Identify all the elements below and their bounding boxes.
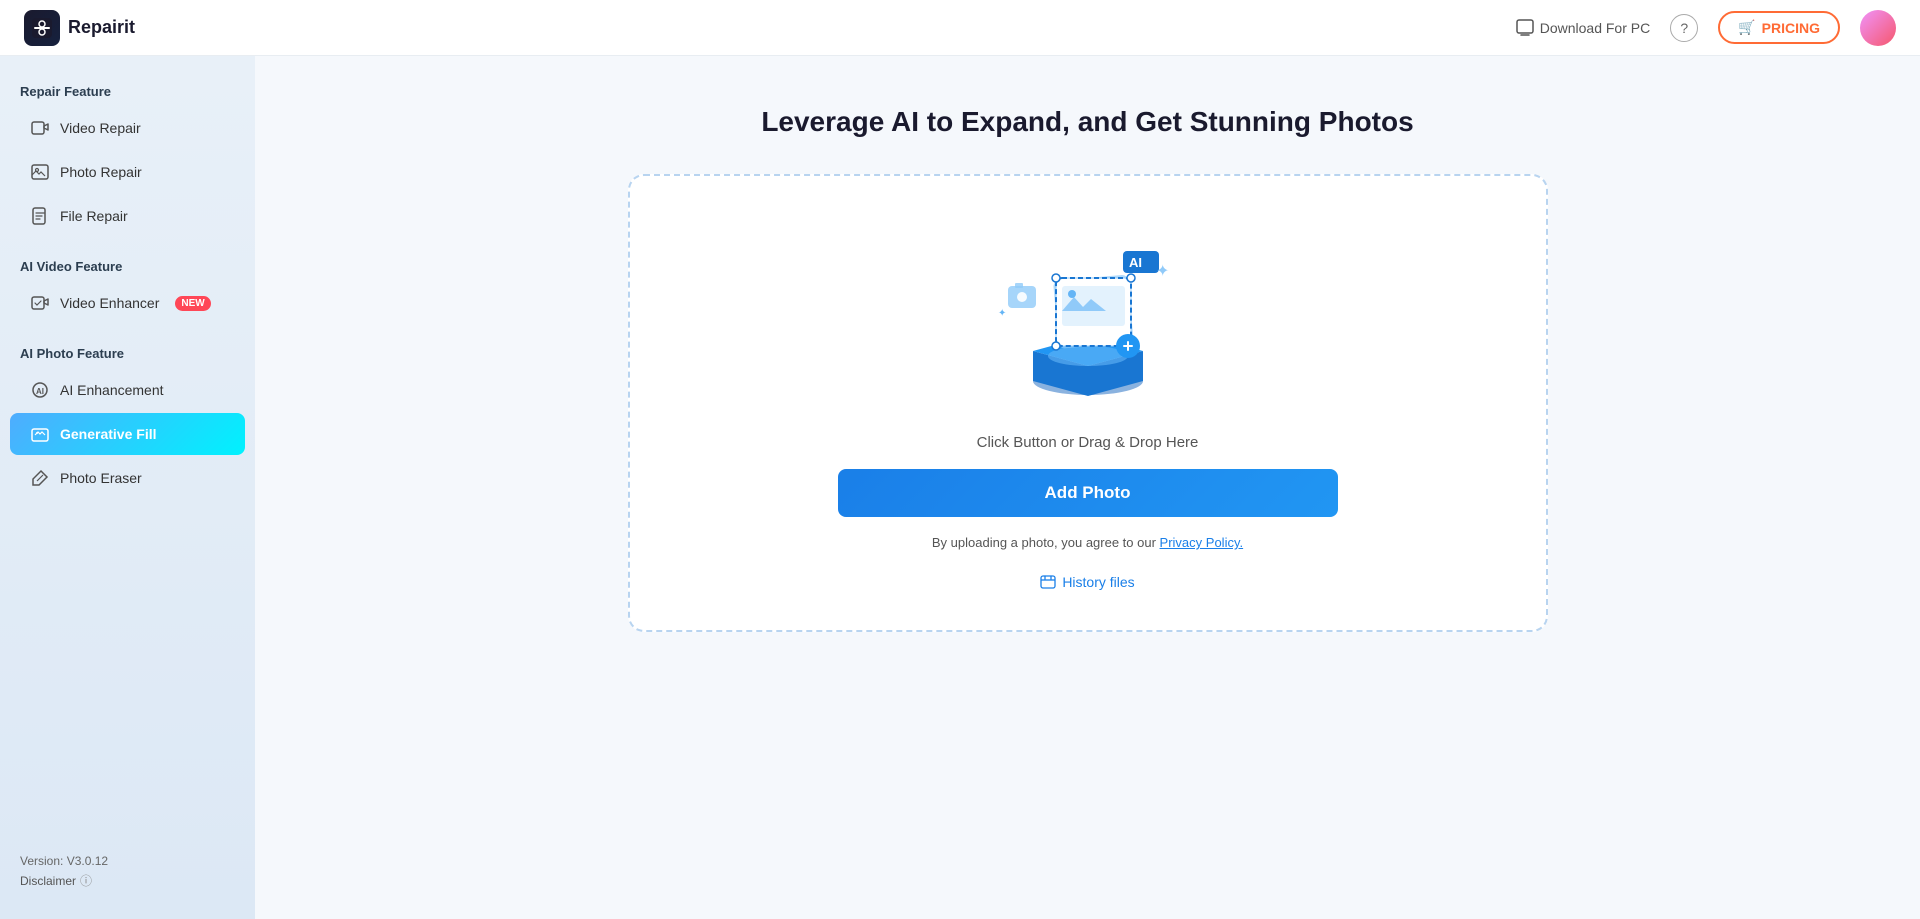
svg-text:✦: ✦ bbox=[998, 308, 1006, 319]
sidebar-item-generative-fill[interactable]: Generative Fill bbox=[10, 413, 245, 455]
disclaimer-label: Disclaimer bbox=[20, 874, 76, 888]
main-content: Leverage AI to Expand, and Get Stunning … bbox=[255, 56, 1920, 919]
logo-icon bbox=[24, 10, 60, 46]
sidebar-top: Repair Feature Video Repair bbox=[0, 76, 255, 501]
history-files-link[interactable]: History files bbox=[1040, 574, 1134, 590]
version-text: Version: V3.0.12 bbox=[20, 854, 235, 868]
sidebar-item-file-repair[interactable]: File Repair bbox=[10, 195, 245, 237]
privacy-policy-link[interactable]: Privacy Policy. bbox=[1160, 535, 1244, 550]
header: Repairit Download For PC ? 🛒 PRICING bbox=[0, 0, 1920, 56]
disclaimer-link[interactable]: Disclaimer ⓘ bbox=[20, 872, 235, 889]
photo-eraser-label: Photo Eraser bbox=[60, 470, 142, 486]
sidebar-item-video-repair[interactable]: Video Repair bbox=[10, 107, 245, 149]
disclaimer-info-icon: ⓘ bbox=[80, 872, 92, 889]
sidebar-item-photo-eraser[interactable]: Photo Eraser bbox=[10, 457, 245, 499]
video-repair-icon bbox=[30, 118, 50, 138]
section-ai-video-label: AI Video Feature bbox=[0, 251, 255, 280]
svg-text:AI: AI bbox=[36, 387, 44, 396]
file-repair-label: File Repair bbox=[60, 208, 128, 224]
download-label: Download For PC bbox=[1540, 20, 1651, 36]
pricing-icon: 🛒 bbox=[1738, 19, 1755, 36]
ai-enhancement-icon: AI bbox=[30, 380, 50, 400]
file-repair-icon bbox=[30, 206, 50, 226]
avatar[interactable] bbox=[1860, 10, 1896, 46]
section-ai-photo-label: AI Photo Feature bbox=[0, 338, 255, 367]
svg-text:✦: ✦ bbox=[1156, 263, 1169, 280]
video-enhancer-label: Video Enhancer bbox=[60, 295, 159, 311]
photo-repair-icon bbox=[30, 162, 50, 182]
sidebar: Repair Feature Video Repair bbox=[0, 56, 255, 919]
download-button[interactable]: Download For PC bbox=[1516, 19, 1651, 37]
header-right: Download For PC ? 🛒 PRICING bbox=[1516, 10, 1896, 46]
generative-fill-label: Generative Fill bbox=[60, 426, 156, 442]
video-repair-label: Video Repair bbox=[60, 120, 141, 136]
history-files-label: History files bbox=[1062, 574, 1134, 590]
add-photo-button[interactable]: Add Photo bbox=[838, 469, 1338, 517]
ai-enhancement-label: AI Enhancement bbox=[60, 382, 164, 398]
sidebar-item-video-enhancer[interactable]: Video Enhancer NEW bbox=[10, 282, 245, 324]
section-repair-label: Repair Feature bbox=[0, 76, 255, 105]
generative-fill-icon bbox=[30, 424, 50, 444]
sidebar-item-ai-enhancement[interactable]: AI AI Enhancement bbox=[10, 369, 245, 411]
privacy-text: By uploading a photo, you agree to our P… bbox=[932, 535, 1243, 550]
drop-hint: Click Button or Drag & Drop Here bbox=[977, 434, 1199, 451]
photo-eraser-icon bbox=[30, 468, 50, 488]
logo: Repairit bbox=[24, 10, 135, 46]
logo-text: Repairit bbox=[68, 17, 135, 38]
main-layout: Repair Feature Video Repair bbox=[0, 56, 1920, 919]
sidebar-item-photo-repair[interactable]: Photo Repair bbox=[10, 151, 245, 193]
photo-repair-label: Photo Repair bbox=[60, 164, 142, 180]
svg-text:AI: AI bbox=[1129, 255, 1142, 270]
pricing-label: PRICING bbox=[1762, 20, 1820, 36]
page-title: Leverage AI to Expand, and Get Stunning … bbox=[761, 106, 1413, 138]
illustration: AI ✦ ✦ bbox=[988, 226, 1188, 406]
help-icon[interactable]: ? bbox=[1670, 14, 1698, 42]
video-enhancer-icon bbox=[30, 293, 50, 313]
drop-zone[interactable]: AI ✦ ✦ Click Button or Drag & Drop Here … bbox=[628, 174, 1548, 632]
new-badge: NEW bbox=[175, 296, 210, 311]
sidebar-footer: Version: V3.0.12 Disclaimer ⓘ bbox=[0, 844, 255, 899]
pricing-button[interactable]: 🛒 PRICING bbox=[1718, 11, 1840, 44]
